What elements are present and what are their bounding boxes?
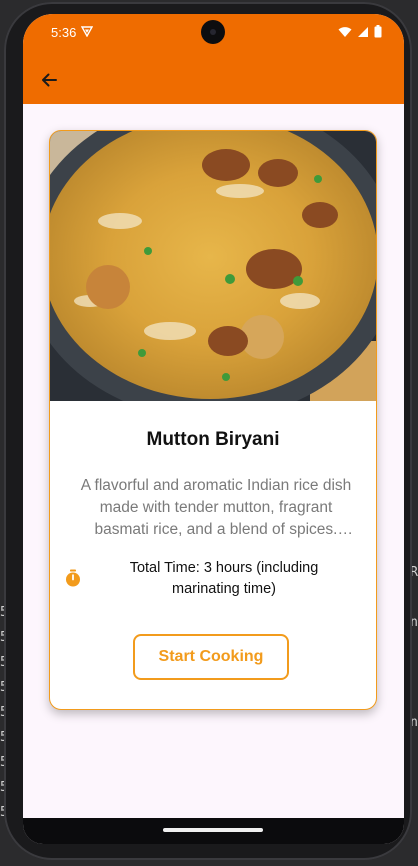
- arrow-left-icon: [42, 73, 57, 87]
- app-screen: 5:36 Mutton Biryani A flavorful and arom…: [23, 14, 404, 844]
- phone-frame: 5:36 Mutton Biryani A flavorful and arom…: [4, 2, 412, 860]
- status-icons: [338, 25, 382, 38]
- front-camera: [201, 20, 225, 44]
- signal-icon: [358, 26, 368, 37]
- app-bar: 5:36: [23, 14, 404, 104]
- home-gesture-handle[interactable]: [163, 828, 263, 832]
- battery-icon: [374, 25, 382, 38]
- total-time: Total Time: 3 hours (including marinatin…: [129, 560, 319, 597]
- vpn-icon: [81, 26, 93, 37]
- recipe-title: Mutton Biryani: [146, 429, 280, 450]
- status-time: 5:36: [51, 25, 77, 40]
- stopwatch-icon: [66, 569, 80, 587]
- start-cooking-button[interactable]: Start Cooking: [133, 634, 289, 680]
- back-button[interactable]: [35, 66, 63, 94]
- recipe-description: A flavorful and aromatic Indian rice dis…: [80, 477, 352, 538]
- navigation-bar: [23, 818, 404, 844]
- wifi-icon: [338, 26, 352, 37]
- recipe-card[interactable]: Mutton Biryani A flavorful and aromatic …: [49, 130, 377, 710]
- status-bar: 5:36: [23, 14, 404, 50]
- mutton-biryani-photo: [50, 131, 376, 401]
